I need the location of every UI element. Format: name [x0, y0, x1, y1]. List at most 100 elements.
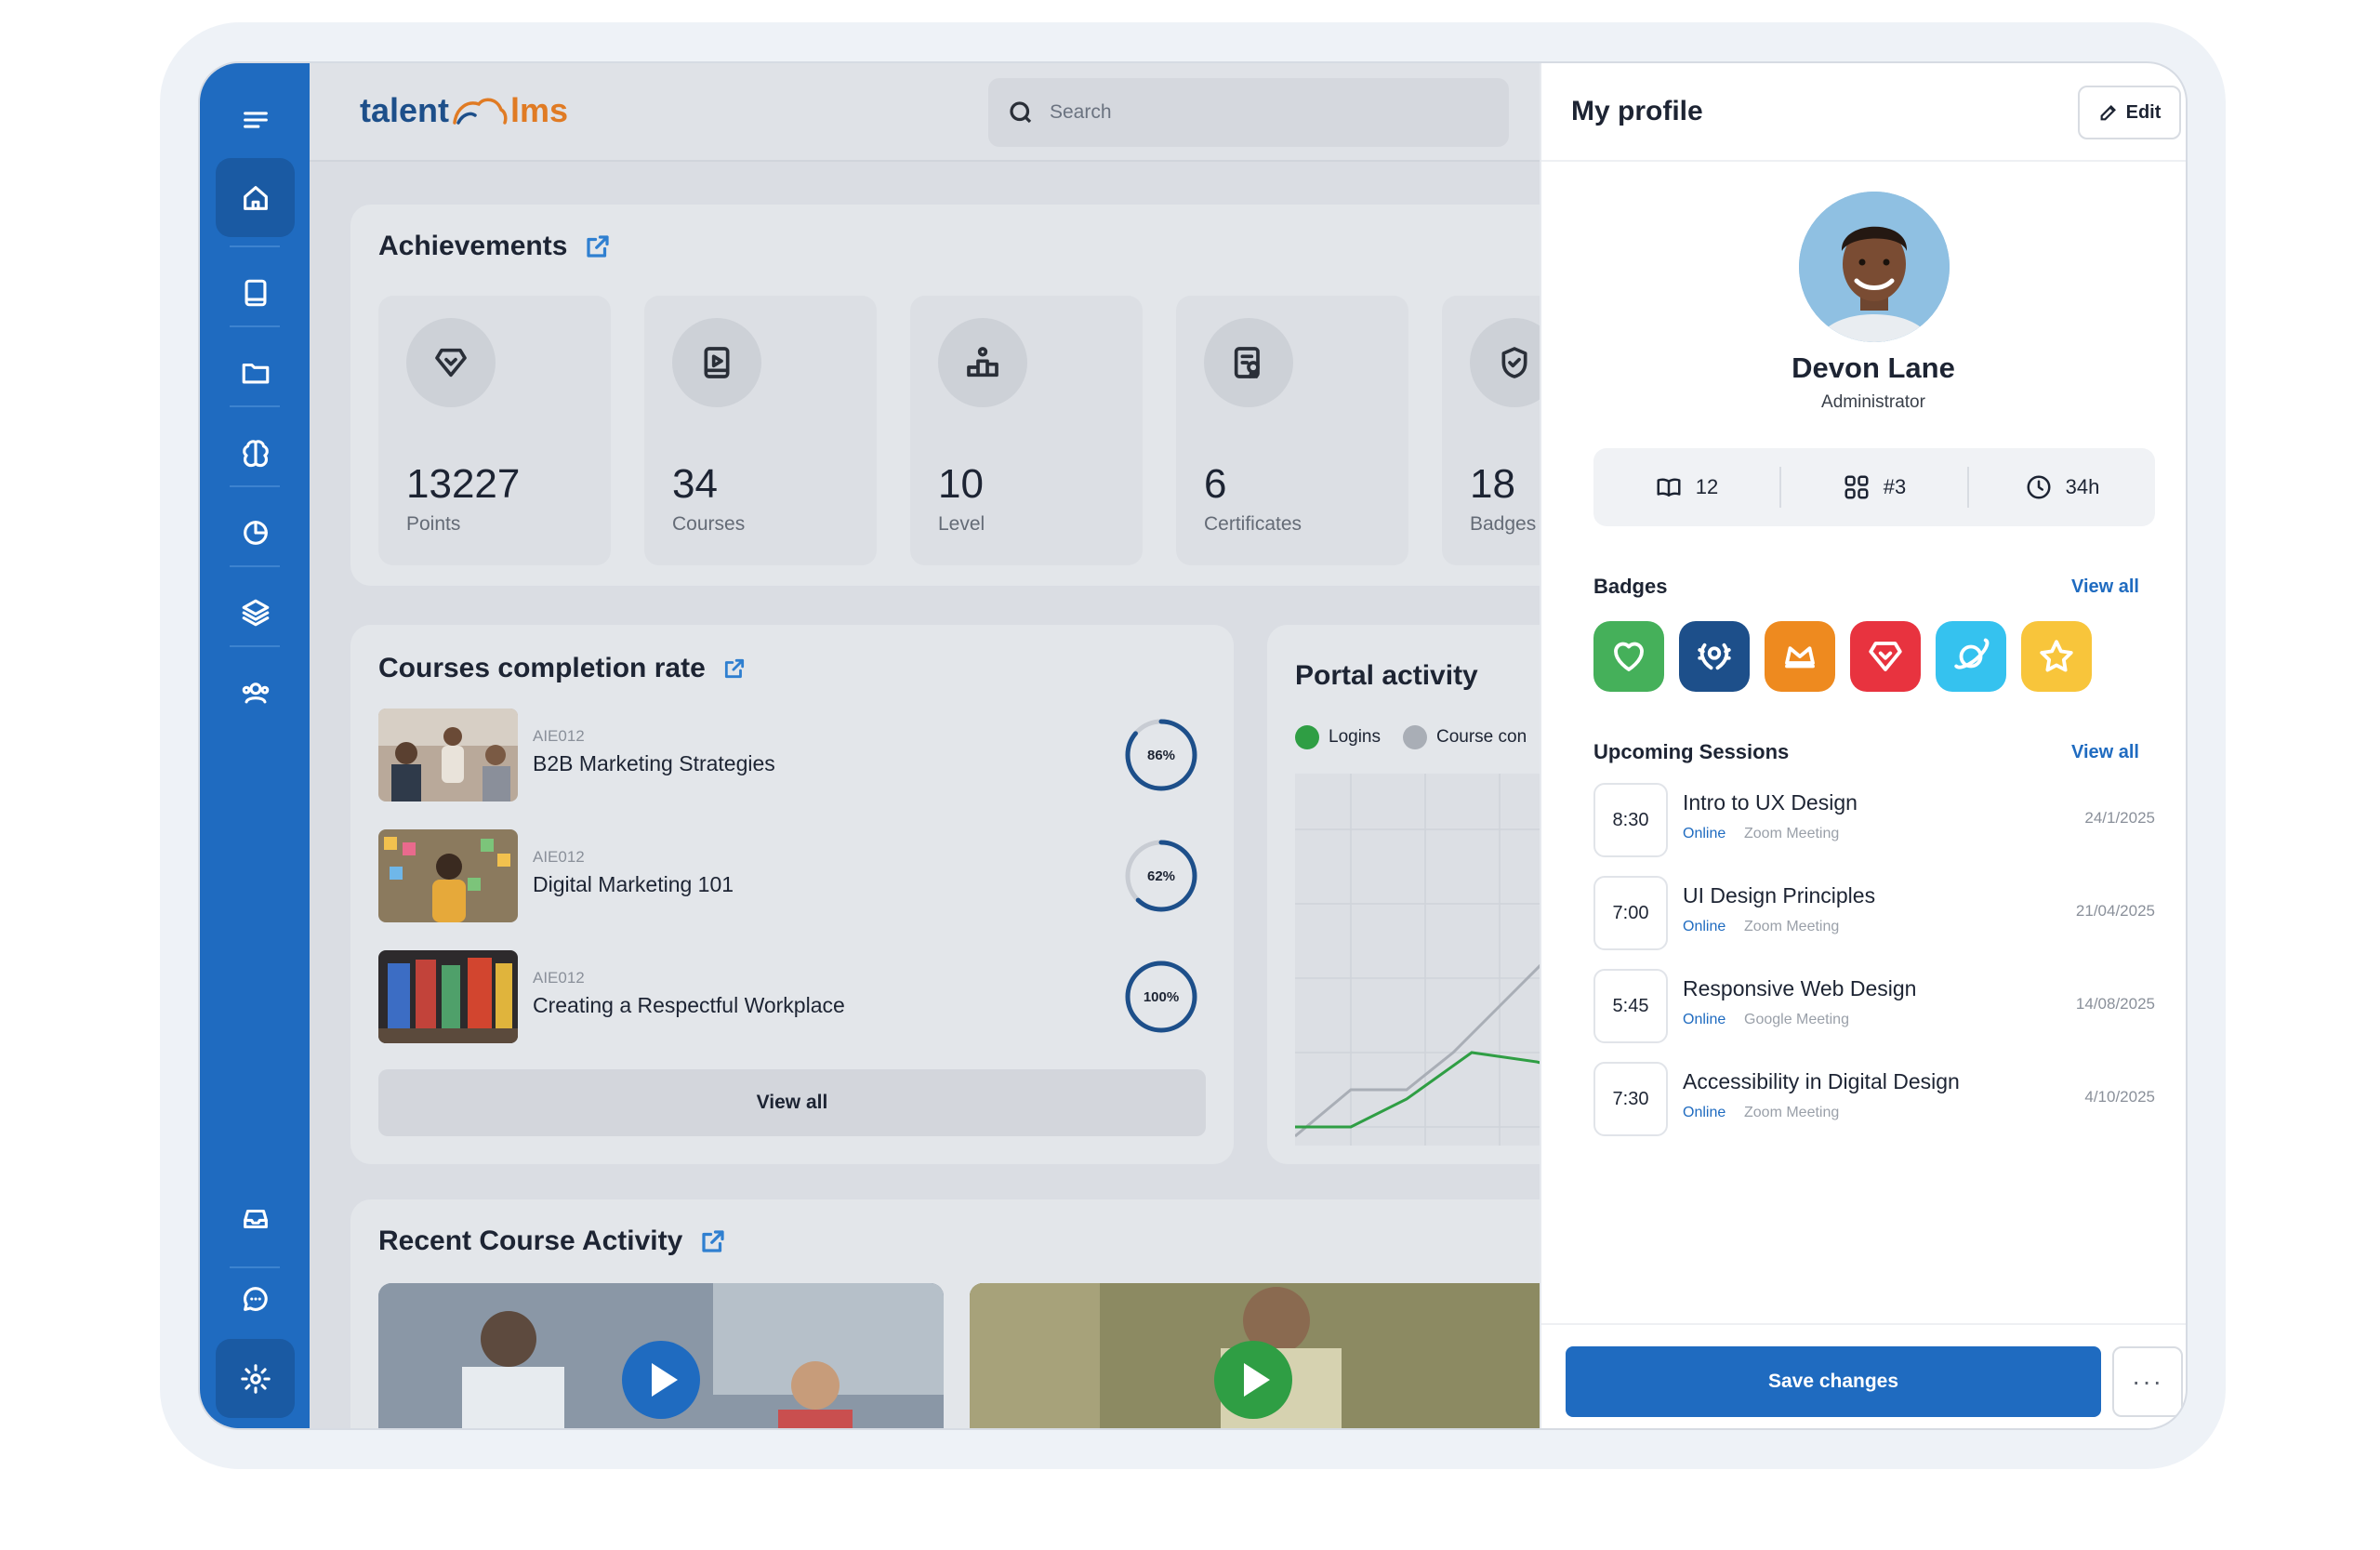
- achievement-label: Courses: [672, 513, 746, 535]
- stat-value: 12: [1695, 475, 1719, 498]
- achievement-label: Badges: [1470, 513, 1537, 535]
- home-icon: [243, 185, 268, 210]
- session-row[interactable]: 5:45 Responsive Web Design Online Google…: [1593, 969, 2155, 1043]
- badge-crown[interactable]: [1765, 621, 1835, 692]
- sidebar-item-inbox[interactable]: [216, 1179, 295, 1258]
- profile-panel: My profile Edit Devon Lane Administrator…: [1540, 63, 2186, 1428]
- completion-card: Courses completion rate AIE012 B2B Marke…: [350, 625, 1234, 1164]
- session-row[interactable]: 7:00 UI Design Principles Online Zoom Me…: [1593, 876, 2155, 950]
- badge-icon: [1501, 347, 1527, 378]
- progress-label: 86%: [1146, 747, 1176, 763]
- app-window: talent lms Search Achievements 13227 Poi…: [198, 61, 2188, 1430]
- course-code: AIE012: [533, 969, 585, 987]
- session-title: UI Design Principles: [1683, 883, 1876, 907]
- diamond-icon: [435, 348, 467, 378]
- sidebar-item-courses[interactable]: [216, 253, 295, 332]
- menu-button[interactable]: [216, 80, 295, 159]
- session-row[interactable]: 7:30 Accessibility in Digital Design Onl…: [1593, 1062, 2155, 1136]
- recent-activity-card: Recent Course Activity: [350, 1199, 1559, 1428]
- profile-stats: 12 #3 34h: [1593, 448, 2155, 526]
- session-platform: Zoom Meeting: [1744, 919, 1840, 934]
- achievement-value: 34: [672, 461, 718, 507]
- session-mode: Online: [1683, 826, 1726, 841]
- external-link-icon[interactable]: [584, 232, 612, 260]
- search-placeholder: Search: [1050, 101, 1112, 123]
- external-link-icon[interactable]: [699, 1227, 727, 1255]
- progress-label: 100%: [1143, 988, 1180, 1005]
- portal-legend: Logins Course con: [1295, 725, 1527, 749]
- badge-laurel[interactable]: [1679, 621, 1750, 692]
- heart-icon: [1614, 642, 1644, 671]
- edit-label: Edit: [2125, 101, 2162, 123]
- course-title: Creating a Respectful Workplace: [533, 993, 845, 1017]
- badge-star[interactable]: [2021, 621, 2092, 692]
- avatar[interactable]: [1799, 192, 1950, 342]
- profile-role: Administrator: [1821, 392, 1925, 412]
- sessions-view-all-link[interactable]: View all: [2071, 742, 2139, 763]
- recent-video-thumbnail[interactable]: [970, 1283, 1559, 1428]
- save-changes-button[interactable]: Save changes: [1566, 1346, 2101, 1417]
- portal-activity-chart: [1295, 774, 1574, 1146]
- achievement-courses[interactable]: 34 Courses: [644, 296, 877, 565]
- course-thumbnail: [378, 950, 518, 1043]
- sidebar: [200, 63, 310, 1428]
- course-row[interactable]: AIE012 B2B Marketing Strategies 86%: [378, 709, 1215, 801]
- badges-title: Badges: [1593, 575, 1668, 598]
- achievement-value: 6: [1204, 461, 1227, 507]
- badge-planet[interactable]: [1936, 621, 2006, 692]
- achievement-icon-wrap: [1204, 318, 1293, 407]
- laurel-icon: [1698, 643, 1731, 670]
- session-date: 4/10/2025: [2084, 1088, 2155, 1106]
- session-date: 21/04/2025: [2075, 902, 2155, 920]
- achievement-points[interactable]: 13227 Points: [378, 296, 611, 565]
- certificate-icon: [1234, 347, 1260, 378]
- search-input[interactable]: Search: [988, 78, 1509, 147]
- sidebar-item-reports[interactable]: [216, 493, 295, 572]
- achievement-certificates[interactable]: 6 Certificates: [1176, 296, 1408, 565]
- layers-icon: [242, 599, 269, 626]
- portal-title: Portal activity: [1295, 660, 1478, 691]
- sidebar-item-skills[interactable]: [216, 413, 295, 492]
- inbox-icon: [243, 1209, 268, 1228]
- achievement-level[interactable]: 10 Level: [910, 296, 1143, 565]
- sessions-title: Upcoming Sessions: [1593, 740, 1790, 763]
- achievement-label: Level: [938, 513, 985, 535]
- sidebar-item-settings[interactable]: [216, 1339, 295, 1418]
- sidebar-item-users[interactable]: [216, 653, 295, 732]
- view-all-courses-button[interactable]: View all: [378, 1069, 1206, 1136]
- achievement-label: Certificates: [1204, 513, 1302, 535]
- gem-icon: [1869, 642, 1902, 671]
- session-platform: Zoom Meeting: [1744, 826, 1840, 841]
- achievement-icon-wrap: [406, 318, 496, 407]
- session-row[interactable]: 8:30 Intro to UX Design Online Zoom Meet…: [1593, 783, 2155, 857]
- session-time: 7:00: [1593, 876, 1668, 950]
- more-options-button[interactable]: ···: [2112, 1346, 2183, 1417]
- talentlms-logo[interactable]: talent lms: [360, 91, 568, 130]
- logo-text-lms: lms: [510, 91, 569, 129]
- external-link-icon[interactable]: [722, 656, 747, 681]
- session-time: 8:30: [1593, 783, 1668, 857]
- edit-profile-button[interactable]: Edit: [2078, 86, 2181, 139]
- course-thumbnail: [378, 829, 518, 922]
- achievement-icon-wrap: [672, 318, 761, 407]
- session-date: 24/1/2025: [2084, 809, 2155, 827]
- sidebar-item-files[interactable]: [216, 333, 295, 412]
- session-time: 5:45: [1593, 969, 1668, 1043]
- top-bar: talent lms Search: [310, 63, 1540, 162]
- sidebar-item-messages[interactable]: [216, 1259, 295, 1338]
- recent-video-thumbnail[interactable]: [378, 1283, 944, 1428]
- recent-heading: Recent Course Activity: [378, 1225, 727, 1257]
- session-platform: Zoom Meeting: [1744, 1105, 1840, 1120]
- badge-gem[interactable]: [1850, 621, 1921, 692]
- course-row[interactable]: AIE012 Digital Marketing 101 62%: [378, 829, 1215, 922]
- badges-view-all-link[interactable]: View all: [2071, 576, 2139, 598]
- course-row[interactable]: AIE012 Creating a Respectful Workplace 1…: [378, 950, 1215, 1043]
- grid-icon: [1844, 475, 1869, 499]
- achievement-value: 10: [938, 461, 984, 507]
- session-title: Responsive Web Design: [1683, 976, 1917, 1000]
- sidebar-item-home[interactable]: [216, 158, 295, 237]
- sidebar-item-catalog[interactable]: [216, 573, 295, 652]
- crown-icon: [1785, 646, 1815, 669]
- course-title: Digital Marketing 101: [533, 872, 734, 896]
- badge-heart[interactable]: [1593, 621, 1664, 692]
